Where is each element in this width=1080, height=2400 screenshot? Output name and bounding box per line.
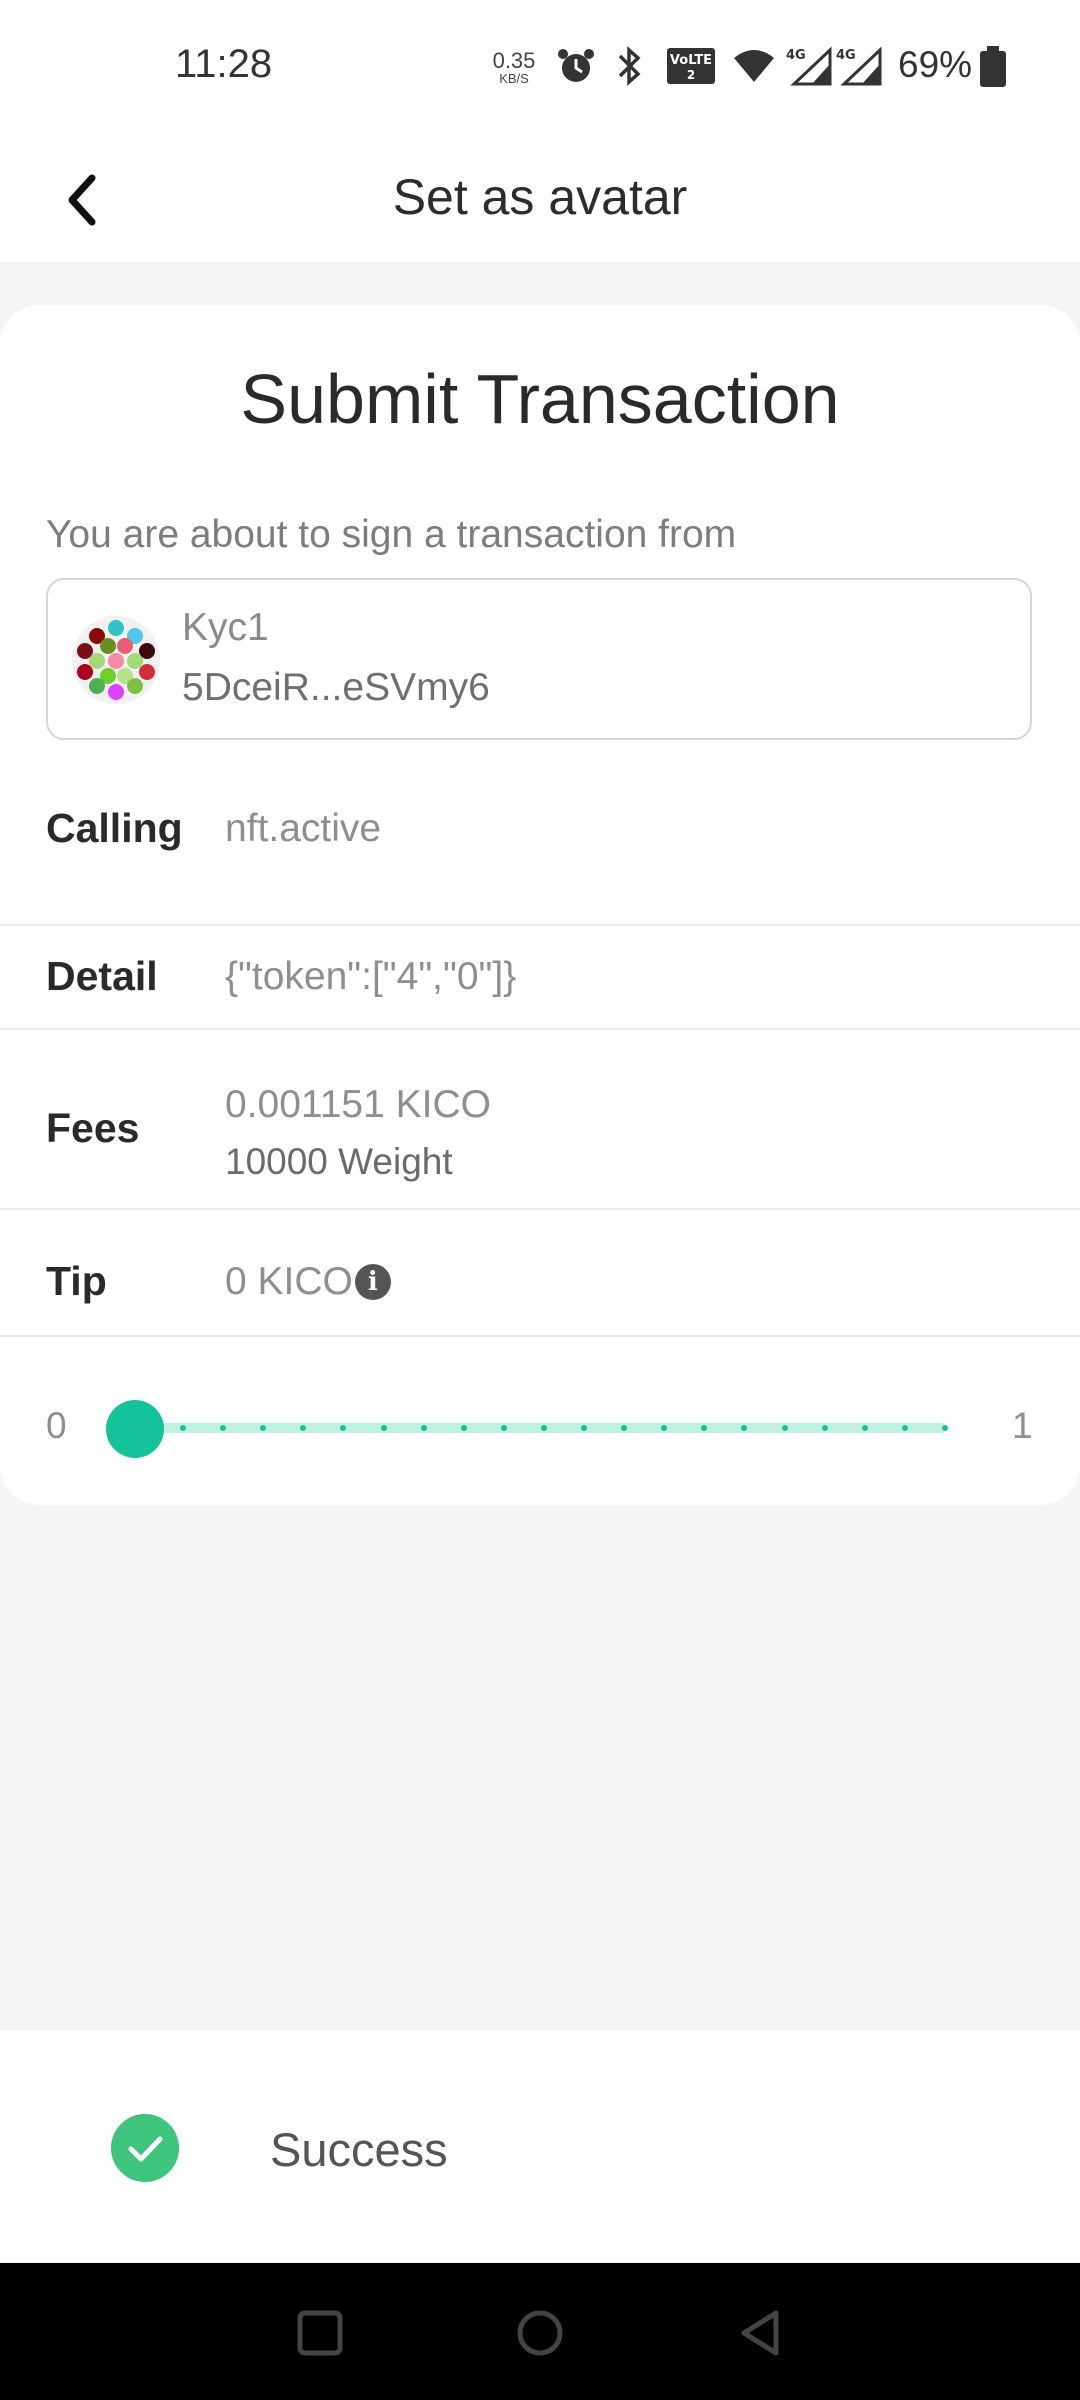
svg-text:4G: 4G bbox=[786, 48, 806, 63]
calling-label: Calling bbox=[46, 805, 183, 851]
check-circle-icon bbox=[111, 2114, 179, 2182]
detail-label: Detail bbox=[46, 953, 158, 999]
svg-text:2: 2 bbox=[687, 68, 695, 82]
account-identicon bbox=[72, 616, 160, 704]
recent-apps-icon[interactable] bbox=[290, 2303, 350, 2363]
slider-tick bbox=[861, 1425, 868, 1431]
navigation-bar bbox=[0, 2263, 1080, 2400]
wifi-icon bbox=[734, 50, 774, 82]
slider-tick bbox=[180, 1425, 186, 1431]
slider-tick bbox=[540, 1425, 547, 1431]
home-icon[interactable] bbox=[510, 2303, 570, 2363]
divider bbox=[0, 1335, 1080, 1337]
battery-percent: 69% bbox=[898, 44, 973, 85]
tip-label: Tip bbox=[46, 1258, 107, 1304]
slider-tick bbox=[901, 1425, 908, 1431]
slider-tick bbox=[821, 1425, 828, 1431]
signal-4g-icon: 4G bbox=[836, 46, 882, 86]
tip-value: 0 KICO bbox=[225, 1260, 353, 1303]
svg-text:VoLTE: VoLTE bbox=[670, 53, 712, 68]
slider-tick bbox=[460, 1425, 467, 1431]
fees-weight: 10000 Weight bbox=[225, 1141, 453, 1182]
volte-icon: VoLTE 2 bbox=[667, 48, 715, 84]
slider-tick bbox=[380, 1425, 387, 1431]
status-time: 11:28 bbox=[175, 42, 273, 86]
transaction-card: Submit Transaction You are about to sign… bbox=[0, 305, 1080, 1505]
network-speed: 0.35 KB/S bbox=[490, 48, 538, 86]
app-bar: Set as avatar bbox=[0, 136, 1080, 262]
back-icon[interactable] bbox=[730, 2303, 790, 2363]
slider-tick bbox=[781, 1425, 788, 1431]
divider bbox=[0, 924, 1080, 926]
page-title: Set as avatar bbox=[392, 169, 688, 225]
info-icon[interactable]: i bbox=[354, 1264, 391, 1300]
calling-value: nft.active bbox=[225, 807, 382, 850]
fees-label: Fees bbox=[46, 1105, 140, 1151]
fees-value: 0.001151 KICO bbox=[225, 1083, 491, 1126]
success-toast: Success bbox=[0, 2030, 1080, 2262]
network-speed-unit: KB/S bbox=[499, 71, 529, 86]
slider-min-label: 0 bbox=[46, 1405, 67, 1446]
slider-tick bbox=[942, 1425, 948, 1431]
tip-row: 0 KICO i bbox=[225, 1260, 391, 1304]
signal-4g-icon: 4G bbox=[786, 46, 832, 86]
battery-icon bbox=[980, 46, 1006, 87]
alarm-icon bbox=[558, 49, 594, 82]
divider bbox=[0, 1028, 1080, 1030]
detail-value: {"token":["4","0"]} bbox=[225, 955, 517, 998]
slider-tick bbox=[581, 1425, 588, 1431]
status-bar: 11:28 0.35 KB/S VoLTE 2 4G 4G 69% bbox=[0, 0, 1080, 136]
bluetooth-icon bbox=[618, 46, 641, 86]
account-address: 5DceiR...eSVmy6 bbox=[182, 666, 490, 709]
slider-thumb[interactable] bbox=[106, 1400, 164, 1458]
account-selector[interactable]: Kyc1 5DceiR...eSVmy6 bbox=[46, 578, 1032, 740]
toast-message: Success bbox=[270, 2123, 448, 2176]
slider-max-label: 1 bbox=[1012, 1405, 1033, 1446]
transaction-intro: You are about to sign a transaction from bbox=[46, 513, 737, 556]
transaction-title: Submit Transaction bbox=[240, 360, 840, 438]
slider-tick bbox=[500, 1425, 507, 1431]
slider-tick bbox=[420, 1425, 427, 1431]
account-name: Kyc1 bbox=[182, 606, 269, 649]
svg-text:4G: 4G bbox=[836, 48, 856, 63]
divider bbox=[0, 1208, 1080, 1210]
network-speed-value: 0.35 bbox=[492, 48, 536, 73]
